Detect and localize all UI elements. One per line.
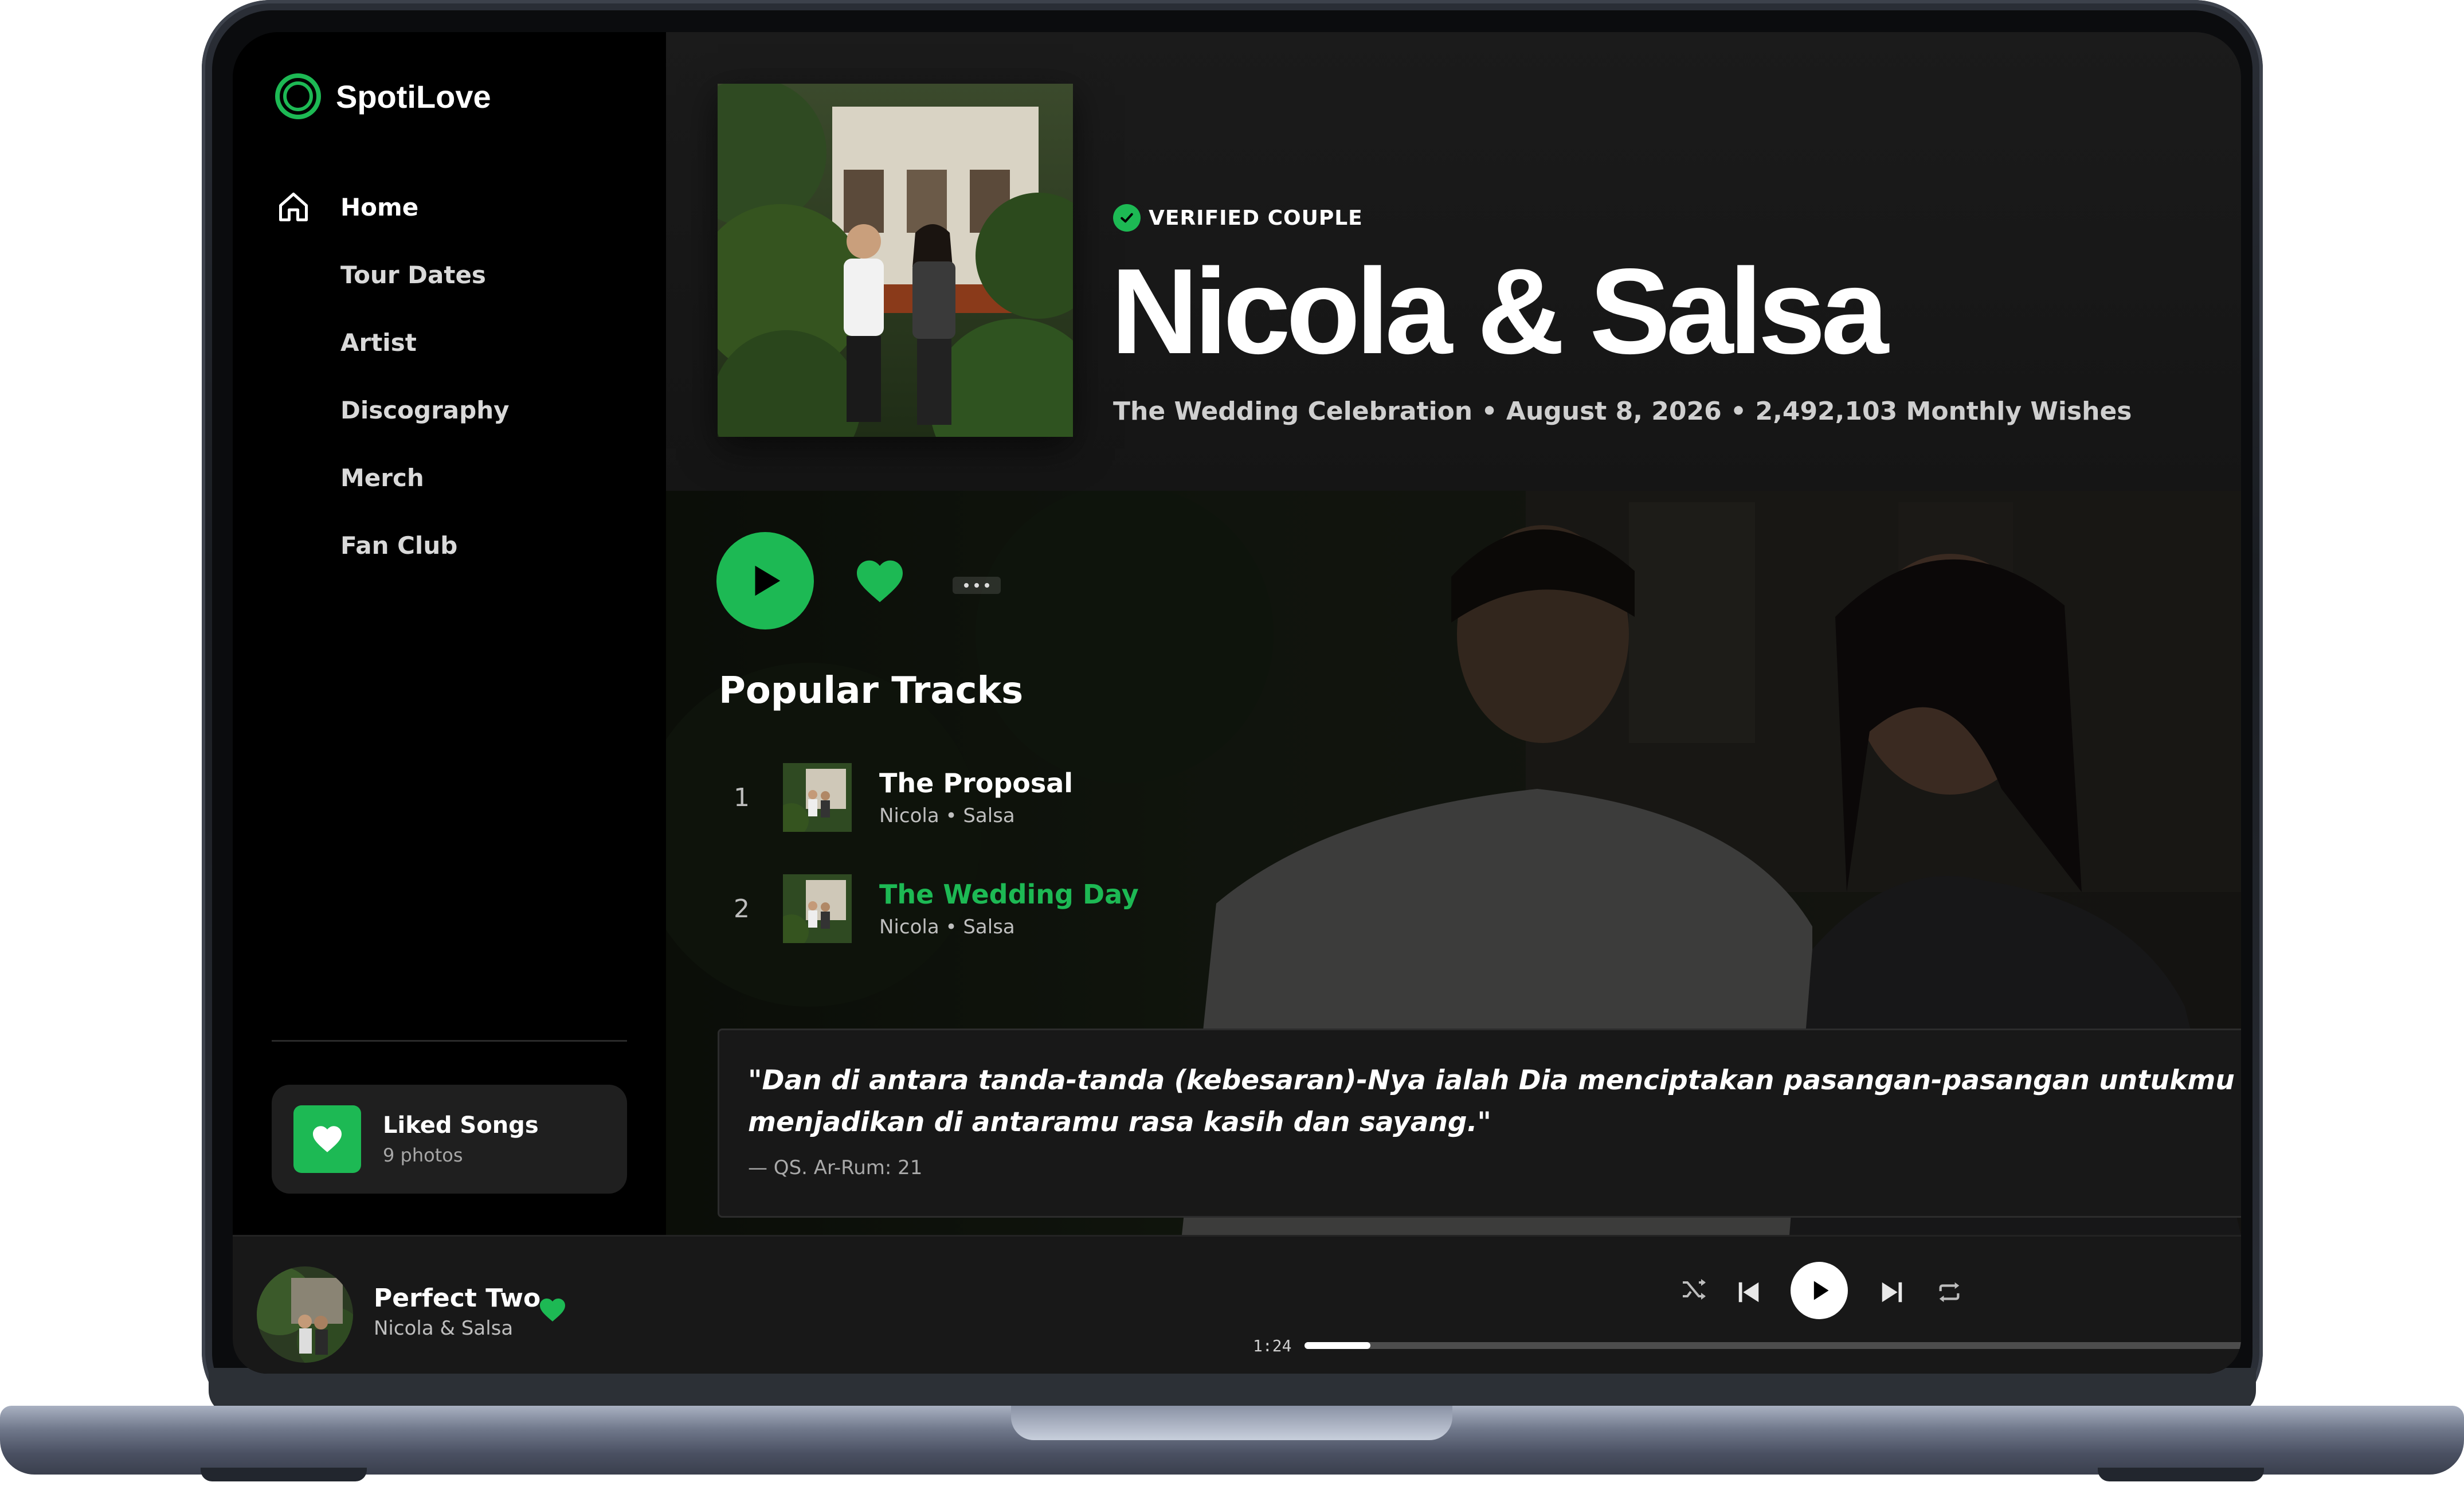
- now-playing-art: [257, 1266, 353, 1363]
- popular-tracks-heading: Popular Tracks: [719, 670, 1024, 712]
- play-button[interactable]: [716, 532, 814, 629]
- player-play-button[interactable]: [1791, 1262, 1848, 1319]
- play-icon: [1813, 1281, 1829, 1300]
- heart-icon: [540, 1299, 565, 1321]
- verified-badge: VERIFIED COUPLE: [1113, 204, 1363, 232]
- sidebar-item-label: Artist: [340, 328, 417, 357]
- progress-bar[interactable]: [1305, 1342, 2241, 1349]
- track-artists: Nicola • Salsa: [879, 916, 1015, 938]
- artist-hero: Popular Tracks 1 The Proposal Nicola • S…: [666, 491, 2241, 1235]
- main-content: VERIFIED COUPLE Nicola & Salsa The Weddi…: [666, 32, 2241, 1235]
- sidebar-item-label: Home: [340, 193, 419, 221]
- sidebar-item-label: Discography: [340, 396, 510, 424]
- sidebar-item-tour-dates[interactable]: Tour Dates: [275, 241, 509, 308]
- repeat-button[interactable]: [1924, 1266, 1975, 1318]
- liked-songs-title: Liked Songs: [383, 1112, 539, 1139]
- laptop-foot-right: [2098, 1468, 2264, 1481]
- quote-source: — QS. Ar-Rum: 21: [748, 1156, 923, 1179]
- device-mockup: SpotiLove Home Tour Dates Artist Discogr…: [0, 0, 2464, 1486]
- app-name: SpotiLove: [336, 78, 491, 115]
- elapsed-time: 1:24: [1253, 1336, 1292, 1355]
- sidebar-item-artist[interactable]: Artist: [275, 308, 509, 376]
- liked-songs-card[interactable]: Liked Songs 9 photos: [272, 1085, 627, 1194]
- shuffle-button[interactable]: [1671, 1266, 1717, 1312]
- sidebar: SpotiLove Home Tour Dates Artist Discogr…: [233, 32, 666, 1235]
- laptop-foot-left: [201, 1468, 367, 1481]
- artist-name: Nicola & Salsa: [1111, 243, 1889, 379]
- track-title: The Wedding Day: [879, 879, 1139, 910]
- track-thumbnail: [783, 763, 852, 832]
- artist-cover-image: [718, 84, 1073, 437]
- laptop-notch: [1011, 1406, 1452, 1440]
- shuffle-icon: [1683, 1279, 1706, 1300]
- track-title: The Proposal: [879, 768, 1074, 799]
- track-number: 1: [734, 783, 750, 812]
- sidebar-divider: [272, 1040, 627, 1042]
- previous-icon: [1738, 1282, 1759, 1303]
- track-number: 2: [734, 894, 750, 924]
- app-screen: SpotiLove Home Tour Dates Artist Discogr…: [233, 32, 2241, 1374]
- quote-line-1: "Dan di antara tanda-tanda (kebesaran)-N…: [748, 1065, 2241, 1096]
- more-icon: [964, 583, 969, 588]
- quote-line-2: menjadikan di antaramu rasa kasih dan sa…: [748, 1106, 1491, 1138]
- now-playing-artist: Nicola & Salsa: [374, 1317, 514, 1340]
- now-playing-like-button[interactable]: [539, 1297, 566, 1323]
- heart-icon: [857, 560, 903, 603]
- sidebar-item-label: Fan Club: [340, 531, 458, 560]
- next-icon: [1882, 1282, 1902, 1303]
- progress-fill: [1305, 1342, 1370, 1349]
- artist-meta: The Wedding Celebration • August 8, 2026…: [1113, 397, 2132, 426]
- liked-songs-count: 9 photos: [383, 1144, 463, 1166]
- track-thumbnail: [783, 874, 852, 943]
- now-playing-title: Perfect Two: [374, 1284, 541, 1313]
- check-icon: [1113, 204, 1141, 232]
- quote-card: "Dan di antara tanda-tanda (kebesaran)-N…: [718, 1029, 2241, 1218]
- play-icon: [755, 565, 781, 596]
- player-bar: Perfect Two Nicola & Salsa 1:24: [233, 1235, 2241, 1374]
- sidebar-item-home[interactable]: Home: [275, 173, 509, 241]
- track-artists: Nicola • Salsa: [879, 804, 1015, 827]
- previous-button[interactable]: [1723, 1266, 1774, 1318]
- artist-header: VERIFIED COUPLE Nicola & Salsa The Weddi…: [666, 32, 2241, 491]
- app-logo[interactable]: SpotiLove: [275, 73, 491, 119]
- repeat-icon: [1939, 1282, 1960, 1303]
- sidebar-item-merch[interactable]: Merch: [275, 444, 509, 511]
- track-row[interactable]: 1 The Proposal Nicola • Salsa: [718, 754, 1073, 840]
- next-button[interactable]: [1866, 1266, 1918, 1318]
- like-button[interactable]: [854, 558, 906, 604]
- sidebar-item-label: Tour Dates: [340, 260, 486, 289]
- logo-icon: [275, 73, 321, 119]
- track-row[interactable]: 2 The Wedding Day Nicola • Salsa: [718, 866, 1139, 952]
- sidebar-nav: Home Tour Dates Artist Discography Merch: [275, 173, 509, 579]
- sidebar-item-discography[interactable]: Discography: [275, 376, 509, 444]
- verified-label: VERIFIED COUPLE: [1149, 206, 1363, 230]
- more-options-button[interactable]: [953, 577, 1001, 594]
- home-icon: [275, 189, 312, 225]
- sidebar-item-label: Merch: [340, 463, 424, 492]
- sidebar-item-fan-club[interactable]: Fan Club: [275, 511, 509, 579]
- heart-icon: [293, 1105, 361, 1173]
